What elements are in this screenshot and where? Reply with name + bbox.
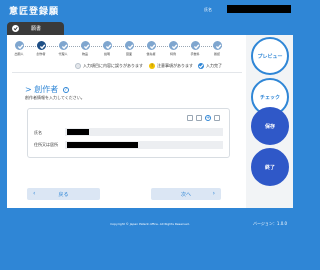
progress-steps: 出願人 創作者 代理人 物品 説明 図面 優先権 特例 手数料 確認 (10, 41, 230, 61)
section-description: 創作者情報を入力してください。 (25, 95, 85, 100)
address-value-redacted (67, 142, 138, 148)
next-button[interactable]: 次へ › (151, 188, 221, 200)
tab-application[interactable]: 願書 (7, 22, 64, 35)
legend-warning: ! 注意事項があります (149, 62, 193, 69)
legend-error: 入力項目に内容に誤りがあります (75, 62, 143, 69)
step-confirm[interactable]: 確認 (208, 41, 226, 56)
step-fee[interactable]: 手数料 (186, 41, 204, 56)
step-label: 優先権 (146, 52, 156, 56)
check-icon (12, 25, 19, 32)
legend-complete-label: 入力完了 (206, 62, 222, 68)
finish-button[interactable]: 終了 (251, 148, 289, 186)
legend-warning-label: 注意事項があります (157, 62, 193, 68)
address-label: 住所又は居所 (34, 142, 58, 147)
add-icon[interactable]: + (205, 115, 211, 121)
step-done-icon (58, 41, 68, 50)
section-title: > 創作者 ? (25, 84, 69, 95)
step-done-icon (14, 41, 24, 50)
step-done-icon (190, 41, 200, 50)
step-label: 図面 (125, 52, 132, 56)
step-done-icon (146, 41, 156, 50)
step-exception[interactable]: 特例 (164, 41, 182, 56)
step-drawings[interactable]: 図面 (120, 41, 138, 56)
name-value-redacted (67, 129, 89, 135)
step-label: 代理人 (58, 52, 68, 56)
circle-icon (75, 62, 81, 69)
help-icon[interactable]: ? (62, 86, 69, 93)
tab-label: 願書 (31, 26, 42, 32)
chevron-right-icon: › (212, 190, 215, 197)
step-agent[interactable]: 代理人 (54, 41, 72, 56)
step-label: 特例 (169, 52, 176, 56)
footer-version: バージョン：1.0.0 (253, 221, 288, 226)
step-label: 物品 (81, 52, 88, 56)
divider (12, 72, 242, 73)
step-creator[interactable]: 創作者 (32, 41, 50, 56)
section-title-text: > 創作者 (25, 85, 59, 94)
step-label: 説明 (103, 52, 110, 56)
name-label: 氏名 (34, 130, 42, 135)
step-priority[interactable]: 優先権 (142, 41, 160, 56)
step-description[interactable]: 説明 (98, 41, 116, 56)
legend-error-label: 入力項目に内容に誤りがあります (83, 62, 143, 68)
step-done-icon (168, 41, 178, 50)
step-applicant[interactable]: 出願人 (10, 41, 28, 56)
user-name-redacted (227, 5, 291, 13)
app-header: 意匠登録願 氏名 (0, 0, 300, 22)
legend-complete: 入力完了 (198, 62, 222, 69)
step-done-icon (212, 41, 222, 50)
preview-button[interactable]: プレビュー (251, 37, 289, 75)
prev-button[interactable]: ‹ 戻る (27, 188, 100, 200)
step-label: 手数料 (190, 52, 200, 56)
step-current-icon (36, 41, 46, 50)
check-icon (198, 62, 204, 69)
move-up-icon[interactable] (187, 115, 193, 121)
user-name-label: 氏名 (204, 7, 212, 12)
delete-icon[interactable] (214, 115, 220, 121)
app-title: 意匠登録願 (9, 7, 60, 17)
step-label: 創作者 (36, 52, 46, 56)
step-done-icon (124, 41, 134, 50)
step-label: 確認 (213, 52, 220, 56)
alert-icon: ! (149, 62, 155, 69)
next-button-label: 次へ (180, 192, 191, 198)
move-down-icon[interactable] (196, 115, 202, 121)
save-button[interactable]: 保存 (251, 107, 289, 145)
step-label: 出願人 (14, 52, 24, 56)
prev-button-label: 戻る (58, 192, 69, 198)
step-done-icon (80, 41, 90, 50)
step-article[interactable]: 物品 (76, 41, 94, 56)
step-done-icon (102, 41, 112, 50)
